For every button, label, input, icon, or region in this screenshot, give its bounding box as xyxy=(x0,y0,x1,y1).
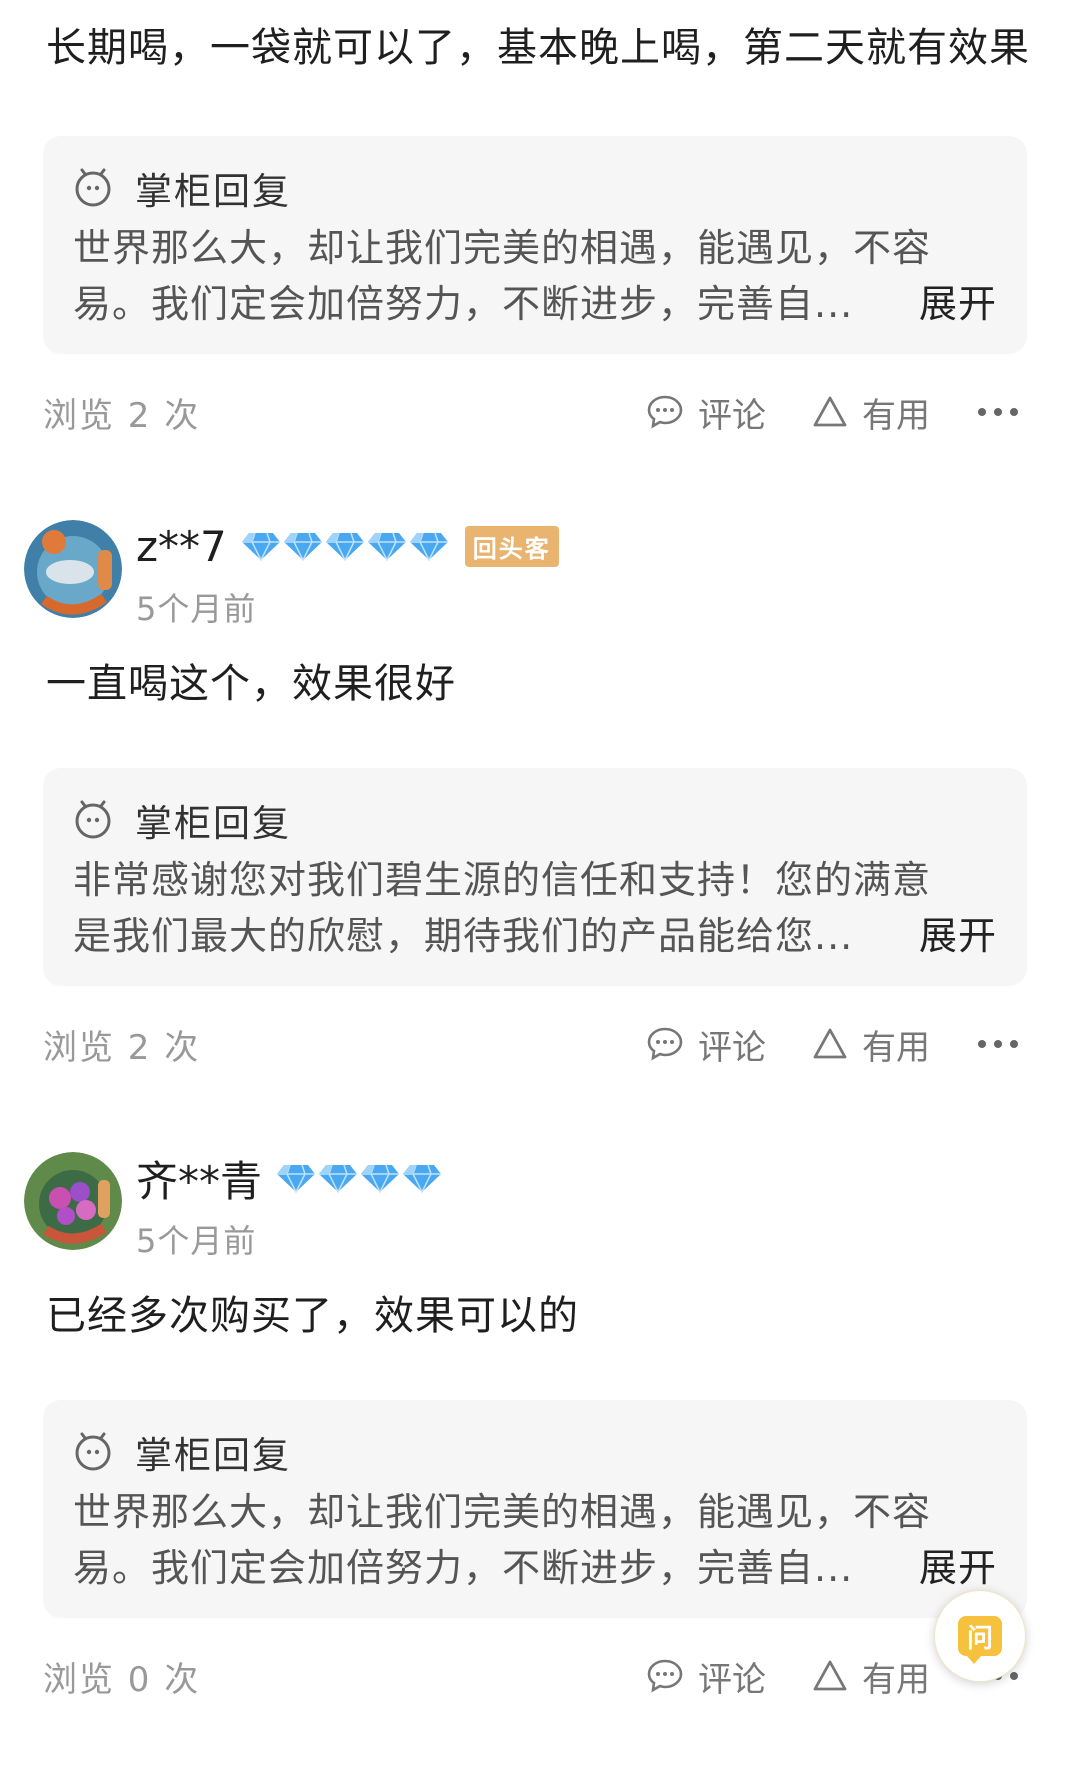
comment-icon xyxy=(647,395,683,429)
diamond-icon xyxy=(409,532,448,561)
ask-label: 问 xyxy=(966,1623,993,1654)
shop-reply-line: 是我们最大的欣慰，期待我们的产品能给您... 展开 xyxy=(73,908,997,964)
comment-label: 评论 xyxy=(698,1027,766,1068)
comment-button[interactable]: 评论 xyxy=(646,388,766,437)
diamond-icon xyxy=(325,532,364,561)
review-time: 5个月前 xyxy=(136,590,257,628)
review-actions: 浏览 2 次 评论 有用 xyxy=(43,382,1018,442)
diamond-icon xyxy=(241,532,280,561)
vip-diamonds xyxy=(241,531,451,561)
shop-reply-line: 易。我们定会加倍努力，不断进步，完善自... 展开 xyxy=(73,276,997,332)
comment-icon xyxy=(647,1659,683,1693)
diamond-icon xyxy=(277,1164,316,1193)
shop-reply-line: 世界那么大，却让我们完美的相遇，能遇见，不容 xyxy=(73,1490,932,1534)
shop-owner-icon xyxy=(73,800,113,840)
comment-label: 评论 xyxy=(698,395,766,436)
shop-reply-header: 掌柜回复 xyxy=(73,164,997,213)
username: z**7 xyxy=(136,521,227,571)
review-time: 5个月前 xyxy=(136,1222,257,1260)
review-text: 已经多次购买了，效果可以的 xyxy=(46,1293,579,1339)
useful-label: 有用 xyxy=(862,1659,930,1700)
comment-icon xyxy=(647,1027,683,1061)
review-item: 一直喝这个，效果很好 xyxy=(46,658,1036,710)
useful-button[interactable]: 有用 xyxy=(812,1652,930,1701)
expand-link[interactable]: 展开 xyxy=(919,1540,997,1596)
shop-reply-header: 掌柜回复 xyxy=(73,796,997,845)
shop-reply-label: 掌柜回复 xyxy=(135,802,291,845)
review-text: 一直喝这个，效果很好 xyxy=(46,661,456,707)
useful-button[interactable]: 有用 xyxy=(812,388,930,437)
diamond-icon xyxy=(319,1164,358,1193)
shop-reply-text: 非常感谢您对我们碧生源的信任和支持！您的满意 是我们最大的欣慰，期待我们的产品能… xyxy=(73,852,997,964)
avatar[interactable] xyxy=(24,1152,122,1250)
shop-reply-box: 掌柜回复 非常感谢您对我们碧生源的信任和支持！您的满意 是我们最大的欣慰，期待我… xyxy=(43,768,1027,986)
diamond-icon xyxy=(283,532,322,561)
review-user: z**7 回头客 5个月前 xyxy=(24,520,559,630)
shop-reply-header: 掌柜回复 xyxy=(73,1428,997,1477)
review-user: 齐**青 5个月前 xyxy=(24,1152,444,1262)
question-bubble-icon: 问 xyxy=(958,1616,1002,1664)
shop-reply-line: 世界那么大，却让我们完美的相遇，能遇见，不容 xyxy=(73,226,932,270)
comment-label: 评论 xyxy=(698,1659,766,1700)
shop-owner-icon xyxy=(73,168,113,208)
ask-question-button[interactable]: 问 xyxy=(934,1590,1026,1682)
review-item: 已经多次购买了，效果可以的 xyxy=(46,1290,1036,1342)
triangle-up-icon xyxy=(813,1028,847,1059)
more-options-icon[interactable] xyxy=(978,408,1018,416)
expand-link[interactable]: 展开 xyxy=(919,276,997,332)
triangle-up-icon xyxy=(813,1660,847,1691)
shop-owner-icon xyxy=(73,1432,113,1472)
shop-reply-label: 掌柜回复 xyxy=(135,170,291,213)
avatar[interactable] xyxy=(24,520,122,618)
diamond-icon xyxy=(361,1164,400,1193)
shop-reply-box: 掌柜回复 世界那么大，却让我们完美的相遇，能遇见，不容 易。我们定会加倍努力，不… xyxy=(43,1400,1027,1618)
view-count: 浏览 0 次 xyxy=(43,1659,201,1700)
shop-reply-truncated: 易。我们定会加倍努力，不断进步，完善自... xyxy=(73,1546,854,1590)
comment-button[interactable]: 评论 xyxy=(646,1652,766,1701)
shop-reply-text: 世界那么大，却让我们完美的相遇，能遇见，不容 易。我们定会加倍努力，不断进步，完… xyxy=(73,220,997,332)
repeat-customer-badge: 回头客 xyxy=(464,525,559,567)
review-actions: 浏览 0 次 评论 有用 xyxy=(43,1646,1018,1706)
shop-reply-truncated: 易。我们定会加倍努力，不断进步，完善自... xyxy=(73,282,854,326)
review-actions: 浏览 2 次 评论 有用 xyxy=(43,1014,1018,1074)
useful-label: 有用 xyxy=(862,1027,930,1068)
shop-reply-text: 世界那么大，却让我们完美的相遇，能遇见，不容 易。我们定会加倍努力，不断进步，完… xyxy=(73,1484,997,1596)
shop-reply-box: 掌柜回复 世界那么大，却让我们完美的相遇，能遇见，不容 易。我们定会加倍努力，不… xyxy=(43,136,1027,354)
useful-label: 有用 xyxy=(862,395,930,436)
more-options-icon[interactable] xyxy=(978,1040,1018,1048)
shop-reply-label: 掌柜回复 xyxy=(135,1434,291,1477)
triangle-up-icon xyxy=(813,396,847,427)
view-count: 浏览 2 次 xyxy=(43,395,201,436)
shop-reply-line: 非常感谢您对我们碧生源的信任和支持！您的满意 xyxy=(73,858,932,902)
review-item: 长期喝，一袋就可以了，基本晚上喝，第二天就有效果 xyxy=(46,22,1036,74)
review-list: 长期喝，一袋就可以了，基本晚上喝，第二天就有效果 掌柜回复 世界那么大，却让我们… xyxy=(0,0,1080,1777)
user-meta: z**7 回头客 5个月前 xyxy=(136,520,559,630)
expand-link[interactable]: 展开 xyxy=(919,908,997,964)
diamond-icon xyxy=(367,532,406,561)
user-name-line: z**7 回头客 xyxy=(136,520,559,572)
diamond-icon xyxy=(403,1164,442,1193)
user-meta: 齐**青 5个月前 xyxy=(136,1152,444,1262)
username: 齐**青 xyxy=(136,1156,263,1206)
vip-diamonds xyxy=(276,1163,444,1193)
useful-button[interactable]: 有用 xyxy=(812,1020,930,1069)
shop-reply-truncated: 是我们最大的欣慰，期待我们的产品能给您... xyxy=(73,914,854,958)
review-text: 长期喝，一袋就可以了，基本晚上喝，第二天就有效果 xyxy=(46,25,1030,71)
view-count: 浏览 2 次 xyxy=(43,1027,201,1068)
user-name-line: 齐**青 xyxy=(136,1152,444,1206)
comment-button[interactable]: 评论 xyxy=(646,1020,766,1069)
shop-reply-line: 易。我们定会加倍努力，不断进步，完善自... 展开 xyxy=(73,1540,997,1596)
